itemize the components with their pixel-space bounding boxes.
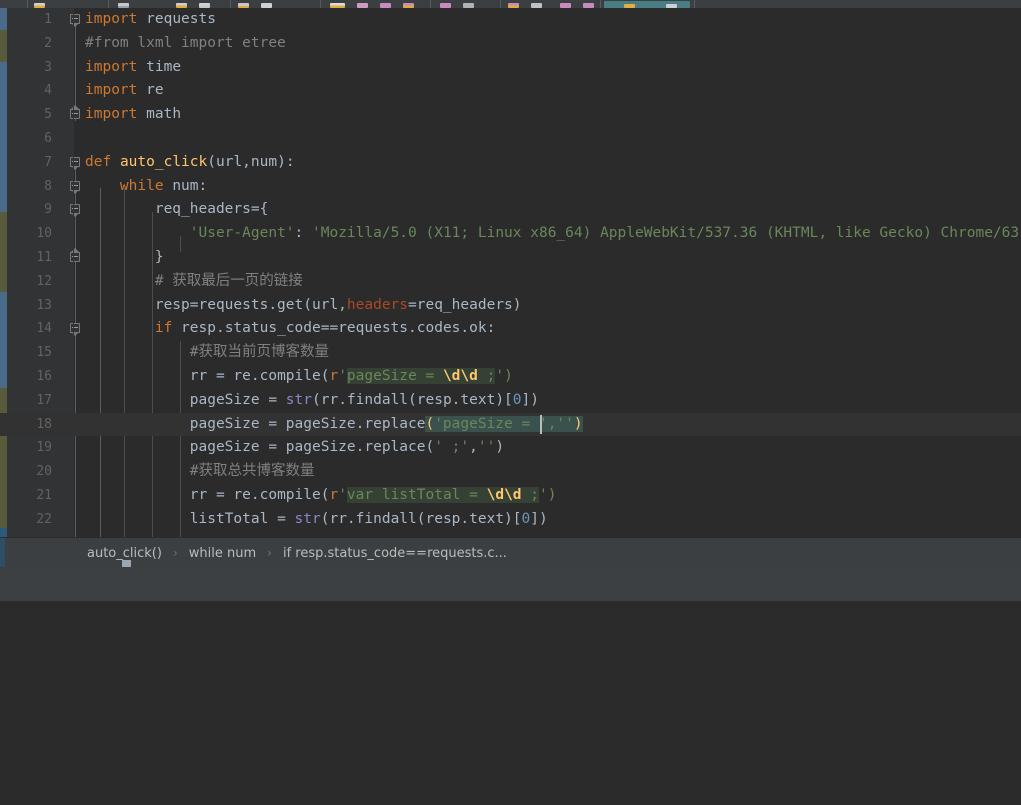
code-line[interactable]: 9 req_headers={	[0, 198, 1021, 222]
code-line[interactable]: 3 import time	[0, 56, 1021, 80]
line-number: 15	[36, 345, 52, 361]
line-number: 19	[36, 440, 52, 456]
line-number: 14	[36, 321, 52, 337]
code-line[interactable]: 8 while num:	[0, 175, 1021, 199]
code-line-text: }	[154, 248, 164, 265]
code-line-text: #获取当前页博客数量	[189, 344, 329, 361]
code-line[interactable]: 6	[0, 127, 1021, 151]
fold-collapse-icon[interactable]	[70, 180, 81, 194]
code-line[interactable]: 12 # 获取最后一页的链接	[0, 270, 1021, 294]
code-line-text: rr = re.compile(r'pageSize = \d\d ;')	[189, 367, 513, 384]
code-line[interactable]: 2 #from lxml import etree	[0, 32, 1021, 56]
fold-collapse-icon[interactable]	[70, 323, 81, 337]
code-line[interactable]: 13 resp=requests.get(url,headers=req_hea…	[0, 294, 1021, 318]
line-number: 10	[36, 226, 52, 242]
code-line[interactable]: 10 'User-Agent': 'Mozilla/5.0 (X11; Linu…	[0, 222, 1021, 246]
fold-collapse-icon[interactable]	[70, 14, 81, 27]
code-lines[interactable]: 1 import requests 2 #from lxml import etree…	[0, 8, 1021, 537]
code-line-text: 'User-Agent': 'Mozilla/5.0 (X11; Linux x…	[189, 225, 1021, 242]
code-line[interactable]: 22 listTotal = str(rr.findall(resp.text)…	[0, 508, 1021, 532]
line-number: 17	[36, 392, 52, 408]
line-number: 21	[36, 487, 52, 503]
gutter-edge	[73, 8, 74, 537]
code-line-text: def auto_click(url,num):	[85, 153, 295, 170]
code-line-text: import time	[85, 58, 182, 75]
code-line[interactable]: 21 rr = re.compile(r'var listTotal = \d\…	[0, 484, 1021, 508]
line-number: 12	[36, 273, 52, 289]
toolbar-sliver	[0, 0, 1021, 8]
line-number: 9	[44, 202, 52, 218]
code-line-text: import math	[85, 106, 182, 123]
line-number: 1	[44, 12, 52, 27]
tool-window-handle[interactable]	[122, 560, 131, 567]
code-line[interactable]: 18 pageSize = pageSize.replace('pageSize…	[0, 412, 1021, 437]
line-number: 11	[36, 249, 52, 265]
code-line-text: import requests	[85, 11, 216, 27]
code-line-text: import re	[85, 82, 164, 99]
line-number: 5	[44, 107, 52, 123]
line-number: 7	[44, 154, 52, 170]
window-background	[0, 601, 1021, 805]
code-line[interactable]: 11 }	[0, 246, 1021, 270]
breadcrumb-item[interactable]: while num	[187, 546, 258, 561]
code-line-text: # 获取最后一页的链接	[154, 272, 303, 289]
line-number: 20	[36, 464, 52, 480]
breadcrumb-separator: ›	[267, 546, 272, 560]
breadcrumb[interactable]: auto_click() › while num › if resp.status_co…	[0, 537, 1021, 568]
code-line[interactable]: 15 #获取当前页博客数量	[0, 341, 1021, 365]
code-line[interactable]: 1 import requests	[0, 8, 1021, 32]
line-number: 6	[44, 130, 52, 146]
code-line-text: if resp.status_code==requests.codes.ok:	[154, 320, 496, 337]
code-line[interactable]: 7 def auto_click(url,num):	[0, 151, 1021, 175]
code-line-text: rr = re.compile(r'var listTotal = \d\d ;…	[189, 486, 557, 503]
line-number: 8	[44, 178, 52, 194]
code-line[interactable]: 17 pageSize = str(rr.findall(resp.text)[…	[0, 389, 1021, 413]
line-number: 2	[44, 35, 52, 51]
code-line[interactable]: 4 import re	[0, 79, 1021, 103]
breadcrumb-separator: ›	[172, 546, 178, 560]
line-number: 13	[36, 297, 52, 313]
text-caret	[540, 414, 542, 434]
fold-collapse-icon[interactable]	[70, 156, 81, 170]
line-number: 4	[44, 83, 52, 99]
code-line-text: pageSize = str(rr.findall(resp.text)[0])	[189, 391, 539, 408]
lower-tool-panel[interactable]	[0, 560, 1021, 601]
code-line[interactable]: 20 #获取总共博客数量	[0, 460, 1021, 484]
breadcrumb-accent	[0, 538, 5, 568]
code-line-text: pageSize = pageSize.replace('pageSize = …	[189, 415, 583, 432]
code-line-text: pageSize = pageSize.replace(' ;','')	[189, 439, 505, 456]
fold-collapse-icon[interactable]	[70, 204, 81, 218]
ide-window: 1 import requests 2 #from lxml import etree…	[0, 0, 1021, 805]
code-editor[interactable]: 1 import requests 2 #from lxml import etree…	[0, 8, 1021, 537]
code-line-text: #获取总共博客数量	[189, 463, 315, 480]
code-line-text: while num:	[119, 177, 208, 194]
breadcrumb-item[interactable]: auto_click()	[85, 546, 164, 561]
code-line[interactable]: 19 pageSize = pageSize.replace(' ;','')	[0, 436, 1021, 460]
selected-toolbar-tab[interactable]	[604, 1, 690, 8]
code-line-text: resp=requests.get(url,headers=req_header…	[154, 296, 522, 313]
code-line[interactable]: 14 if resp.status_code==requests.codes.o…	[0, 317, 1021, 341]
code-line-text: #from lxml import etree	[85, 34, 286, 51]
code-line-text: listTotal = str(rr.findall(resp.text)[0]…	[189, 510, 548, 527]
line-number: 22	[36, 511, 52, 527]
line-number: 18	[36, 416, 52, 432]
line-number: 16	[36, 368, 52, 384]
line-number: 3	[44, 59, 52, 75]
code-line[interactable]: 16 rr = re.compile(r'pageSize = \d\d ;')	[0, 365, 1021, 389]
lower-panel-edge	[0, 567, 4, 601]
breadcrumb-item[interactable]: if resp.status_code==requests.c...	[281, 546, 509, 561]
fold-end-icon[interactable]	[70, 105, 81, 120]
code-line[interactable]: 5 import math	[0, 103, 1021, 127]
fold-end-icon[interactable]	[70, 247, 81, 263]
code-line-text: req_headers={	[154, 201, 269, 218]
